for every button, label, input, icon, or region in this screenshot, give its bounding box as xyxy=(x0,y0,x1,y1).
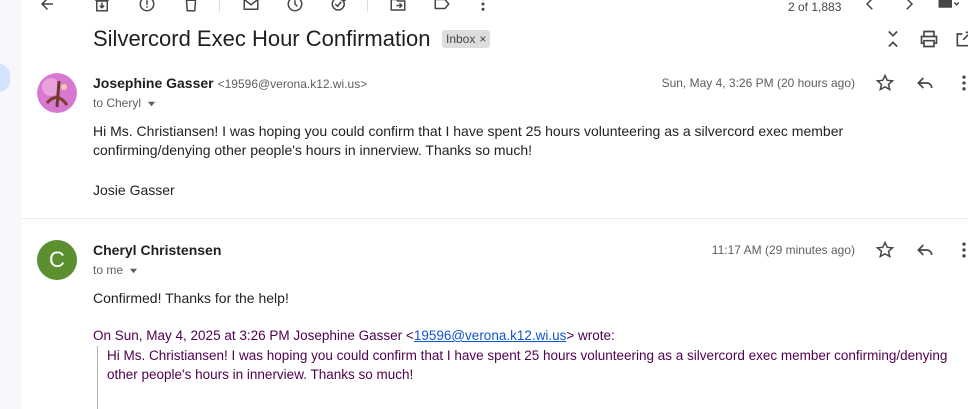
keyboard-icon[interactable] xyxy=(934,0,964,14)
recipients-text: to me xyxy=(93,263,124,277)
mark-unread-icon[interactable] xyxy=(241,0,261,14)
recipients-line[interactable]: to me xyxy=(93,263,138,277)
avatar[interactable]: C xyxy=(37,240,77,280)
report-spam-icon[interactable] xyxy=(137,0,157,14)
message-date: Sun, May 4, 3:26 PM (20 hours ago) xyxy=(661,76,855,90)
recipients-text: to Cheryl xyxy=(93,96,142,110)
reply-icon[interactable] xyxy=(913,71,937,95)
snooze-icon[interactable] xyxy=(285,0,305,14)
dropdown-arrow-icon[interactable] xyxy=(129,266,138,275)
sender-name[interactable]: Cheryl Christensen xyxy=(93,242,221,258)
message-signature: Josie Gasser xyxy=(93,182,175,198)
inbox-label-text: Inbox xyxy=(446,32,476,46)
message-panel: 2 of 1,883 Silvercord Exec Hour Confirma… xyxy=(22,0,968,409)
toolbar-divider xyxy=(367,0,368,12)
move-to-icon[interactable] xyxy=(388,0,408,14)
open-new-window-icon[interactable] xyxy=(952,27,968,51)
more-vert-icon[interactable] xyxy=(952,71,968,95)
chevron-right-icon[interactable] xyxy=(899,0,919,14)
sender-name[interactable]: Josephine Gasser <19596@verona.k12.wi.us> xyxy=(93,75,367,91)
collapse-all-icon[interactable] xyxy=(881,27,905,51)
avatar[interactable] xyxy=(37,73,77,113)
message-divider xyxy=(22,218,968,219)
message-body: Hi Ms. Christiansen! I was hoping you co… xyxy=(93,123,844,158)
inbox-label-badge: Inbox × xyxy=(442,30,491,48)
label-icon[interactable] xyxy=(432,0,452,14)
dropdown-arrow-icon[interactable] xyxy=(147,99,156,108)
left-rail xyxy=(0,0,22,409)
nav-highlight xyxy=(0,64,10,92)
more-vert-icon[interactable] xyxy=(473,0,493,14)
more-vert-icon[interactable] xyxy=(952,238,968,262)
message-count: 2 of 1,883 xyxy=(788,0,842,14)
back-icon[interactable] xyxy=(37,0,57,14)
quote-prefix: On Sun, May 4, 2025 at 3:26 PM Josephine… xyxy=(93,328,414,343)
toolbar: 2 of 1,883 xyxy=(22,0,968,20)
message-body: Confirmed! Thanks for the help! xyxy=(93,290,289,306)
subject-title: Silvercord Exec Hour Confirmation xyxy=(93,26,431,51)
star-icon[interactable] xyxy=(873,71,897,95)
reply-icon[interactable] xyxy=(913,238,937,262)
quoted-text: Hi Ms. Christiansen! I was hoping you co… xyxy=(97,346,968,409)
chevron-left-icon[interactable] xyxy=(860,0,880,14)
add-task-icon[interactable] xyxy=(329,0,349,14)
sender-email: <19596@verona.k12.wi.us> xyxy=(217,77,368,91)
recipients-line[interactable]: to Cheryl xyxy=(93,96,156,110)
quote-email-link[interactable]: 19596@verona.k12.wi.us xyxy=(414,328,567,343)
toolbar-divider xyxy=(219,0,220,12)
sender-name-text: Josephine Gasser xyxy=(93,75,214,91)
quote-suffix: > wrote: xyxy=(566,328,615,343)
remove-label-icon[interactable]: × xyxy=(479,32,486,46)
message-date: 11:17 AM (29 minutes ago) xyxy=(711,243,855,257)
archive-icon[interactable] xyxy=(92,0,112,14)
quote-attribution: On Sun, May 4, 2025 at 3:26 PM Josephine… xyxy=(93,328,615,343)
print-icon[interactable] xyxy=(917,27,941,51)
delete-icon[interactable] xyxy=(181,0,201,14)
star-icon[interactable] xyxy=(873,238,897,262)
